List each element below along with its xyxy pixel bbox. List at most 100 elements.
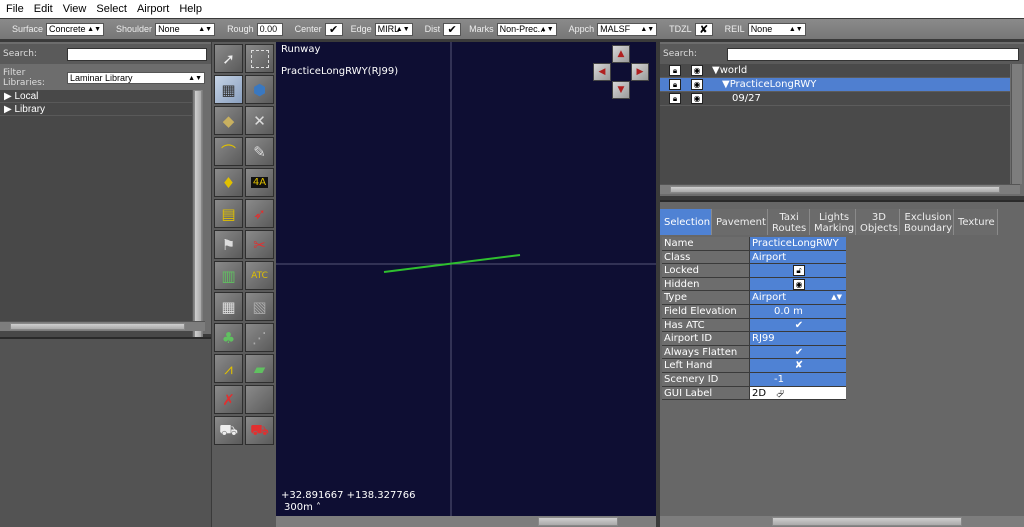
filter-libraries-select[interactable]: Laminar Library ▲▼: [67, 72, 205, 84]
forest-tool-icon[interactable]: ♣: [214, 323, 243, 352]
library-search-row: Search:: [0, 44, 211, 64]
property-value-type[interactable]: Airport ▲▼: [750, 291, 846, 304]
property-value-locked[interactable]: 🔓︎: [750, 264, 846, 277]
hierarchy-vertical-scrollbar[interactable]: [1011, 64, 1022, 184]
tab-lights-marking[interactable]: Lights Marking: [810, 209, 856, 235]
reil-select[interactable]: None ▲▼: [747, 22, 806, 36]
property-value-has-atc[interactable]: ✔: [750, 318, 846, 332]
beacon-tool-icon[interactable]: ✂: [245, 230, 274, 259]
property-value-field-elevation[interactable]: 0.0 m: [750, 304, 846, 318]
library-horizontal-scrollbar[interactable]: [0, 321, 205, 331]
facade-tool-icon[interactable]: ▥: [214, 261, 243, 290]
property-value-gui-label[interactable]: 2D ⮰: [750, 386, 846, 400]
shoulder-value: None: [158, 23, 180, 34]
pan-up-icon[interactable]: ▲: [612, 45, 630, 63]
hierarchy-row-world[interactable]: 🔒︎ ◉ ▼ world: [660, 64, 1010, 78]
windsock-tool-icon[interactable]: ➶: [245, 199, 274, 228]
delete-tool-icon[interactable]: ✗: [214, 385, 243, 414]
property-value-name[interactable]: PracticeLongRWY: [750, 237, 846, 250]
tdzl-checkbox[interactable]: ✘: [694, 22, 713, 36]
rough-field[interactable]: 0.00: [256, 22, 283, 36]
marquee-select-icon[interactable]: [245, 44, 274, 73]
scroll-thumb[interactable]: [772, 517, 962, 526]
tab-pavement[interactable]: Pavement: [712, 209, 768, 235]
scroll-thumb[interactable]: [194, 90, 202, 350]
hierarchy-row-runway[interactable]: 🔒︎ ◉ 09/27: [660, 92, 1010, 106]
pan-left-icon[interactable]: ◀: [593, 63, 611, 81]
light-fixture-tool-icon[interactable]: ♦: [214, 168, 243, 197]
tower-tool-icon[interactable]: ⚑: [214, 230, 243, 259]
empty-tool-slot[interactable]: [245, 385, 274, 414]
shoulder-select[interactable]: None ▲▼: [155, 22, 216, 36]
scale-bar-icon: ˄: [316, 502, 322, 513]
menu-edit[interactable]: Edit: [29, 3, 58, 15]
property-value-left-hand-driving[interactable]: ✘: [750, 359, 846, 372]
menu-select[interactable]: Select: [91, 3, 132, 15]
edge-select[interactable]: MIRL ▲▼: [374, 22, 413, 36]
sign-tool-icon[interactable]: 4A: [245, 168, 274, 197]
viewport-tool-title: Runway: [281, 44, 321, 55]
hierarchy-search-input[interactable]: [727, 47, 1019, 61]
library-vertical-scrollbar[interactable]: [192, 90, 203, 357]
property-value-airport-id[interactable]: RJ99: [750, 332, 846, 345]
tab-exclusion-boundary[interactable]: Exclusion Boundary: [900, 209, 954, 235]
library-item-local[interactable]: ▶ Local: [0, 90, 192, 103]
hierarchy-row-airport[interactable]: 🔒︎ ◉ ▼ PracticeLongRWY: [660, 78, 1010, 92]
helipad-tool-icon[interactable]: ⬢: [245, 75, 274, 104]
runway-toolbar: Surface Concrete ▲▼ Shoulder None ▲▼ Rough…: [0, 19, 1024, 39]
tab-texture[interactable]: Texture: [954, 209, 998, 235]
tab-selection[interactable]: Selection: [660, 209, 712, 235]
scroll-thumb[interactable]: [670, 186, 1000, 193]
property-horizontal-scrollbar[interactable]: [660, 516, 1024, 527]
property-value-scenery-id[interactable]: -1: [750, 372, 846, 386]
map-viewport[interactable]: Runway PracticeLongRWY(RJ99) ▲ ◀ ▶ ▼ +32…: [276, 42, 656, 516]
visibility-eye-icon[interactable]: ◉: [691, 79, 703, 90]
property-value-hidden[interactable]: ◉: [750, 277, 846, 291]
property-value-always-flatten[interactable]: ✔: [750, 345, 846, 359]
atc-tool-icon[interactable]: ATC: [245, 261, 274, 290]
truck-tool-icon[interactable]: ⛟: [214, 416, 243, 445]
boundary-tool-icon[interactable]: ✕: [245, 106, 274, 135]
hierarchy-search-label: Search:: [663, 49, 697, 59]
visibility-eye-icon[interactable]: ◉: [691, 93, 703, 104]
pan-down-icon[interactable]: ▼: [612, 81, 630, 99]
hierarchy-horizontal-scrollbar[interactable]: [660, 184, 1020, 194]
polygon-tool-icon[interactable]: ▰: [245, 354, 274, 383]
line-tool-icon[interactable]: ⩘: [214, 354, 243, 383]
library-item-library[interactable]: ▶ Library: [0, 103, 192, 116]
distance-signs-checkbox[interactable]: ✔: [443, 22, 462, 36]
building-tool-icon[interactable]: ▦: [214, 292, 243, 321]
lock-icon[interactable]: 🔒︎: [669, 79, 681, 90]
line-marking-tool-icon[interactable]: ⌒: [214, 137, 243, 166]
select-arrow-icon[interactable]: ➚: [214, 44, 243, 73]
taxiway-tool-icon[interactable]: ◆: [214, 106, 243, 135]
viewport-horizontal-scrollbar[interactable]: [276, 516, 656, 527]
center-lights-checkbox[interactable]: ✔: [324, 22, 343, 36]
lock-icon[interactable]: 🔒︎: [669, 65, 681, 76]
lock-icon[interactable]: 🔒︎: [669, 93, 681, 104]
string-tool-icon[interactable]: ⋰: [245, 323, 274, 352]
menu-airport[interactable]: Airport: [132, 3, 174, 15]
pan-right-icon[interactable]: ▶: [631, 63, 649, 81]
stepper-icon: ▲▼: [395, 25, 410, 33]
menu-view[interactable]: View: [58, 3, 92, 15]
lighting-tool-icon[interactable]: ✎: [245, 137, 274, 166]
surface-select[interactable]: Concrete ▲▼: [46, 22, 105, 36]
library-preview-pane: [0, 337, 211, 527]
property-row-gui-label: GUI Label 2D ⮰: [662, 386, 846, 401]
menu-file[interactable]: File: [0, 3, 29, 15]
visibility-eye-icon[interactable]: ◉: [691, 65, 703, 76]
scroll-thumb[interactable]: [538, 517, 618, 526]
truck-route-tool-icon[interactable]: ⛟: [245, 416, 274, 445]
menu-help[interactable]: Help: [174, 3, 207, 15]
library-search-input[interactable]: [67, 47, 207, 61]
runway-tool-icon[interactable]: ▦: [214, 75, 243, 104]
tab-3d-objects[interactable]: 3D Objects: [856, 209, 900, 235]
tab-taxi-routes[interactable]: Taxi Routes: [768, 209, 810, 235]
approach-lights-select[interactable]: MALSF ▲▼: [597, 22, 658, 36]
object-tool-icon[interactable]: ▤: [214, 199, 243, 228]
scroll-thumb[interactable]: [10, 323, 185, 330]
property-row-airport-id: Airport ID RJ99: [662, 332, 846, 346]
marks-select[interactable]: Non-Prec... ▲▼: [496, 22, 557, 36]
exclusion-tool-icon[interactable]: ▧: [245, 292, 274, 321]
